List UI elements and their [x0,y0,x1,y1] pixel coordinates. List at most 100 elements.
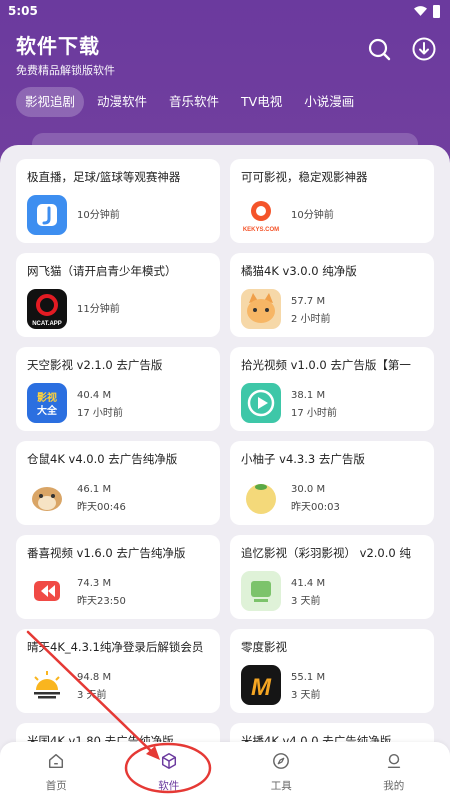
download-icon[interactable] [411,36,437,62]
app-updated-time: 10分钟前 [291,210,334,221]
sunny-app-icon [27,665,67,705]
shiguang-app-icon [241,383,281,423]
title-block: 软件下载 免费精品解锁版软件 [16,30,115,78]
app-card-meta: 41.4 M 3 天前 [291,575,325,611]
app-card-title: 零度影视 [241,640,287,654]
app-card[interactable]: 追忆影视（彩羽影视） v2.0.0 纯 41.4 M 3 天前 [230,535,434,619]
app-card-meta: 38.1 M 17 小时前 [291,387,337,423]
app-size: 94.8 M [77,672,112,683]
software-grid: 极直播，足球/篮球等观赛神器 10分钟前 可可影视，稳定观影神器 KEKYS.COM 1… [16,159,434,800]
pomelo-app-icon [241,477,281,517]
app-card-title: 网飞猫（请开启青少年模式） [27,264,177,278]
category-tabs: 影视追剧 动漫软件 音乐软件 TV电视 小说漫画 [16,87,363,117]
content-sheet: 极直播，足球/篮球等观赛神器 10分钟前 可可影视，稳定观影神器 KEKYS.COM 1… [0,145,450,800]
zhuiyi-app-icon [241,571,281,611]
nav-label: 首页 [45,780,67,792]
ncat-app-icon: NCAT.APP [27,289,67,329]
app-updated-time: 11分钟前 [77,304,120,315]
tab-2[interactable]: 动漫软件 [88,87,156,117]
svg-text:NCAT.APP: NCAT.APP [32,321,62,327]
lingdu-app-icon: M [241,665,281,705]
app-size: 38.1 M [291,390,326,401]
app-size: 74.3 M [77,578,112,589]
app-card-meta: 30.0 M 昨天00:03 [291,481,340,517]
app-card-meta: 10分钟前 [77,207,120,225]
app-card[interactable]: 天空影视 v2.1.0 去广告版影视 大全 40.4 M 17 小时前 [16,347,220,431]
app-card-meta: 57.7 M 2 小时前 [291,293,331,329]
app-card-title: 小柚子 v4.3.3 去广告版 [241,452,365,466]
app-card-title: 拾光视频 v1.0.0 去广告版【第一 [241,358,411,372]
tab-3[interactable]: 音乐软件 [160,87,228,117]
nav-item-1[interactable]: 首页 [0,742,113,800]
app-card[interactable]: 仓鼠4K v4.0.0 去广告纯净版 46.1 M 昨天00:46 [16,441,220,525]
app-updated-time: 17 小时前 [291,408,337,419]
status-bar: 5:05 [0,0,450,22]
svg-text:影视: 影视 [37,391,57,404]
wifi-icon [414,6,427,16]
app-size: 30.0 M [291,484,326,495]
svg-text:大全: 大全 [37,404,58,417]
keke-app-icon: KEKYS.COM [241,195,281,235]
svg-text:KEKYS.COM: KEKYS.COM [243,227,279,233]
app-size: 41.4 M [291,578,326,589]
app-card-title: 仓鼠4K v4.0.0 去广告纯净版 [27,452,178,466]
profile-icon [385,752,403,778]
nav-label: 我的 [383,780,405,792]
app-card[interactable]: 零度影视 M 55.1 M 3 天前 [230,629,434,713]
app-updated-time: 2 小时前 [291,314,331,325]
orange-cat-app-icon [241,289,281,329]
app-card-title: 晴天4K_4.3.1纯净登录后解锁会员 [27,640,204,654]
app-card-title: 可可影视，稳定观影神器 [241,170,368,184]
app-card-meta: 55.1 M 3 天前 [291,669,325,705]
app-card[interactable]: 晴天4K_4.3.1纯净登录后解锁会员 94.8 M 3 天前 [16,629,220,713]
app-card-title: 天空影视 v2.1.0 去广告版 [27,358,163,372]
nav-label: 工具 [270,780,292,792]
app-updated-time: 昨天23:50 [77,596,126,607]
tab-1[interactable]: 影视追剧 [16,87,85,117]
hamster-app-icon [27,477,67,517]
nav-item-4[interactable]: 我的 [338,742,450,800]
app-card-title: 追忆影视（彩羽影视） v2.0.0 纯 [241,546,411,560]
jizhibo-app-icon [27,195,67,235]
app-card-title: 番喜视频 v1.6.0 去广告纯净版 [27,546,186,560]
app-card[interactable]: 小柚子 v4.3.3 去广告版 30.0 M 昨天00:03 [230,441,434,525]
tab-4[interactable]: TV电视 [232,87,291,117]
app-card-meta: 74.3 M 昨天23:50 [77,575,126,611]
nav-item-3[interactable]: 工具 [225,742,338,800]
nav-label: 软件 [158,780,180,792]
app-size: 55.1 M [291,672,326,683]
nav-item-2[interactable]: 软件 [113,742,226,800]
app-card[interactable]: 番喜视频 v1.6.0 去广告纯净版 74.3 M 昨天23:50 [16,535,220,619]
status-time: 5:05 [8,4,38,18]
tab-5[interactable]: 小说漫画 [295,87,363,117]
app-card-title: 极直播，足球/篮球等观赛神器 [27,170,181,184]
battery-icon [433,4,440,18]
compass-icon [272,752,290,778]
app-card-meta: 94.8 M 3 天前 [77,669,111,705]
app-updated-time: 昨天00:46 [77,502,126,513]
app-card[interactable]: 网飞猫（请开启青少年模式） NCAT.APP 11分钟前 [16,253,220,337]
app-updated-time: 3 天前 [77,690,107,701]
app-card[interactable]: 极直播，足球/篮球等观赛神器 10分钟前 [16,159,220,243]
app-updated-time: 昨天00:03 [291,502,340,513]
box-icon [160,752,178,778]
svg-text:M: M [251,674,272,701]
app-updated-time: 17 小时前 [77,408,123,419]
page-subtitle: 免费精品解锁版软件 [16,64,115,77]
app-card[interactable]: 拾光视频 v1.0.0 去广告版【第一 38.1 M 17 小时前 [230,347,434,431]
page-title: 软件下载 [16,34,100,58]
app-card-title: 橘猫4K v3.0.0 纯净版 [241,264,357,278]
app-updated-time: 3 天前 [291,596,321,607]
app-card[interactable]: 橘猫4K v3.0.0 纯净版 57.7 M 2 小时前 [230,253,434,337]
app-size: 40.4 M [77,390,112,401]
tiankong-app-icon: 影视 大全 [27,383,67,423]
search-icon[interactable] [366,36,392,62]
app-size: 57.7 M [291,296,326,307]
app-card-meta: 40.4 M 17 小时前 [77,387,123,423]
home-icon [47,752,65,778]
app-card-meta: 10分钟前 [291,207,334,225]
app-updated-time: 3 天前 [291,690,321,701]
fanxi-app-icon [27,571,67,611]
app-card[interactable]: 可可影视，稳定观影神器 KEKYS.COM 10分钟前 [230,159,434,243]
app-updated-time: 10分钟前 [77,210,120,221]
